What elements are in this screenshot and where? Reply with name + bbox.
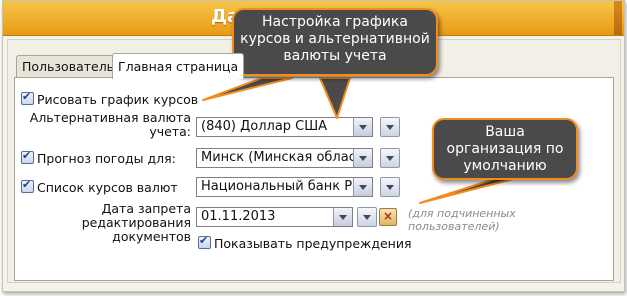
callout-top-line3: валюты учета [283, 48, 387, 64]
tab-home-page[interactable]: Главная страница [112, 53, 245, 79]
callout-top-line1: Настройка графика [262, 14, 408, 30]
callout-right-line1: Ваша [485, 124, 525, 140]
callout-right-line3: умолчанию [463, 158, 547, 174]
callout-default-org: Ваша организация по умолчанию [432, 118, 578, 180]
callout-right-line2: организация по [446, 141, 564, 157]
callout-top-line2: курсов и альтернативной [240, 31, 430, 47]
callout-chart-settings: Настройка графика курсов и альтернативно… [232, 8, 438, 76]
